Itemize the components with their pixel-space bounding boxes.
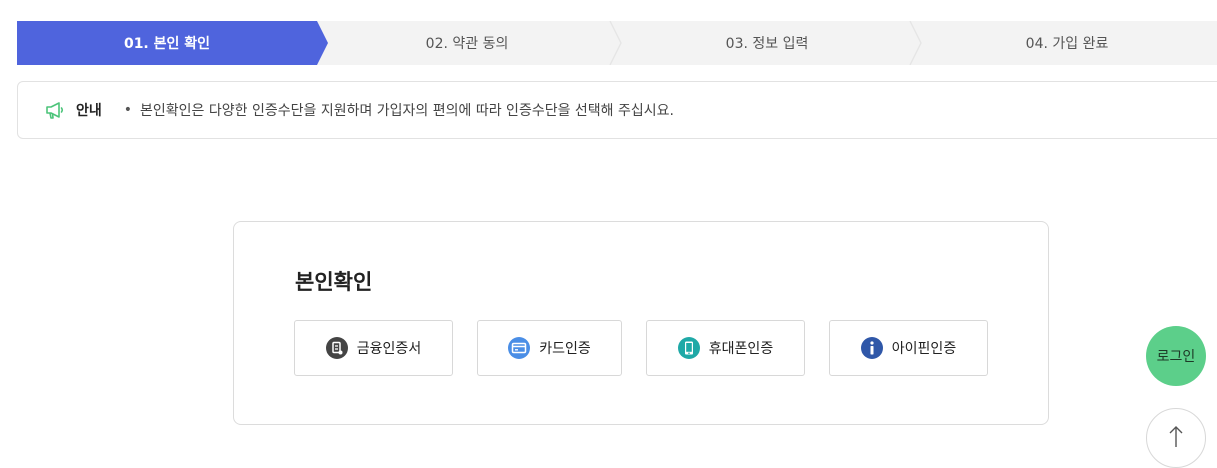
- step-3: 03. 정보 입력: [617, 21, 922, 65]
- mobile-phone-icon: [677, 337, 700, 359]
- step-progress: 01. 본인 확인 02. 약관 동의 03. 정보 입력 04. 가입 완료: [17, 21, 1217, 65]
- info-icon: [860, 337, 883, 359]
- scroll-top-button[interactable]: [1146, 408, 1206, 468]
- notice-box: 안내 • 본인확인은 다양한 인증수단을 지원하며 가입자의 편의에 따라 인증…: [17, 81, 1217, 139]
- arrow-up-icon: [1169, 426, 1183, 447]
- financial-certificate-button[interactable]: 금융인증서: [294, 320, 453, 376]
- mobile-auth-button[interactable]: 휴대폰인증: [646, 320, 805, 376]
- certificate-icon: [325, 337, 348, 359]
- step-3-label: 03. 정보 입력: [725, 36, 809, 52]
- step-1-label: 01. 본인 확인: [123, 36, 211, 52]
- card-title: 본인확인: [295, 270, 373, 294]
- ipin-auth-label: 아이핀인증: [891, 341, 957, 357]
- notice-text: 본인확인은 다양한 인증수단을 지원하며 가입자의 편의에 따라 인증수단을 선…: [140, 103, 674, 119]
- step-4-label: 04. 가입 완료: [1025, 36, 1109, 52]
- step-4: 04. 가입 완료: [917, 21, 1217, 65]
- chevron-divider-icon: [909, 21, 922, 65]
- megaphone-icon: [44, 99, 66, 121]
- step-2: 02. 약관 동의: [317, 21, 622, 65]
- mobile-auth-label: 휴대폰인증: [708, 341, 774, 357]
- login-floating-button[interactable]: 로그인: [1146, 326, 1206, 386]
- card-auth-button[interactable]: 카드인증: [477, 320, 622, 376]
- login-label: 로그인: [1156, 349, 1196, 365]
- ipin-auth-button[interactable]: 아이핀인증: [829, 320, 988, 376]
- notice-bullet: •: [123, 102, 133, 118]
- identity-verification-card: 본인확인 금융인증서 카드인증 휴대폰인증 아이핀인증: [233, 221, 1049, 425]
- card-auth-label: 카드인증: [539, 341, 591, 357]
- chevron-divider-icon: [609, 21, 622, 65]
- notice-title: 안내: [76, 103, 102, 119]
- financial-certificate-label: 금융인증서: [356, 341, 422, 357]
- credit-card-icon: [508, 337, 531, 359]
- step-1: 01. 본인 확인: [17, 21, 328, 65]
- step-2-label: 02. 약관 동의: [425, 36, 509, 52]
